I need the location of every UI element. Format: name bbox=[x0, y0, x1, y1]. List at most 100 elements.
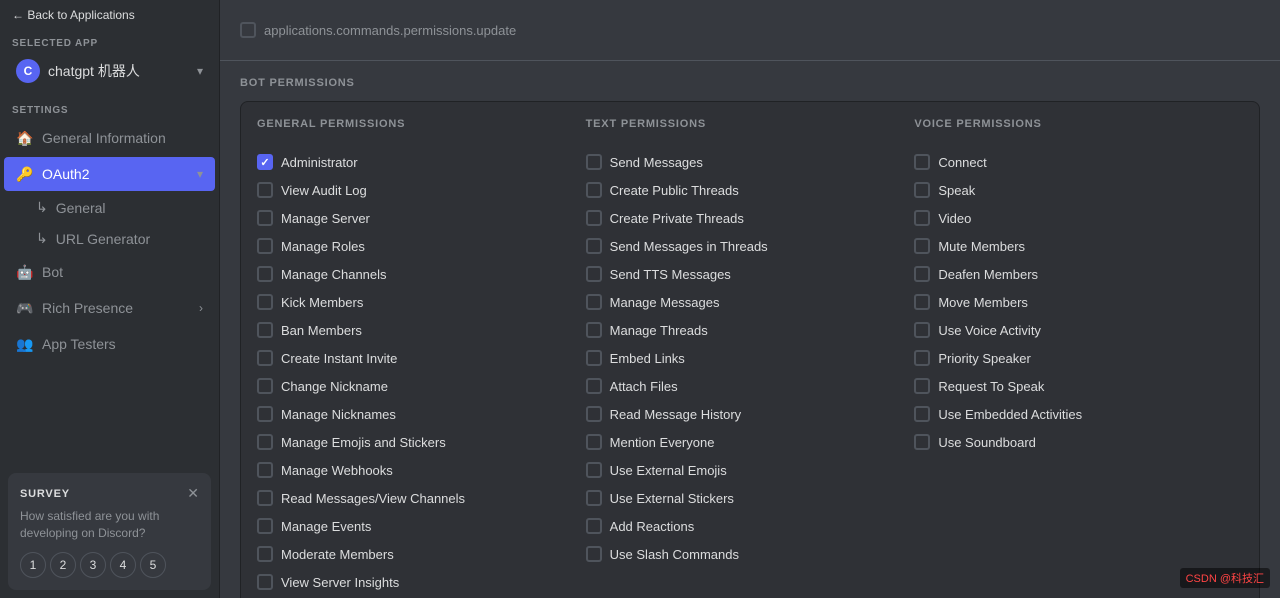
permission-label: Manage Nicknames bbox=[281, 407, 396, 422]
permission-checkbox[interactable] bbox=[586, 182, 602, 198]
sidebar-item-rich-presence[interactable]: 🎮 Rich Presence › bbox=[4, 291, 215, 325]
survey-number-5[interactable]: 5 bbox=[140, 552, 166, 578]
permission-checkbox[interactable] bbox=[586, 266, 602, 282]
survey-number-4[interactable]: 4 bbox=[110, 552, 136, 578]
permission-checkbox[interactable] bbox=[586, 518, 602, 534]
permission-checkbox[interactable] bbox=[257, 210, 273, 226]
permission-checkbox[interactable] bbox=[914, 182, 930, 198]
sidebar-item-label: General Information bbox=[42, 130, 166, 146]
content-area: applications.commands.permissions.update… bbox=[220, 0, 1280, 598]
controller-icon: 🎮 bbox=[16, 299, 34, 317]
permission-item: View Server Insights bbox=[257, 570, 586, 594]
permission-checkbox[interactable] bbox=[257, 350, 273, 366]
permission-item: Manage Emojis and Stickers bbox=[257, 430, 586, 454]
survey-header: SURVEY ✕ bbox=[20, 485, 199, 502]
permission-label: View Server Insights bbox=[281, 575, 399, 590]
permission-item: Manage Messages bbox=[586, 290, 915, 314]
permission-item: Use External Stickers bbox=[586, 486, 915, 510]
survey-question: How satisfied are you with developing on… bbox=[20, 508, 199, 542]
permission-item: Move Members bbox=[914, 290, 1243, 314]
survey-number-1[interactable]: 1 bbox=[20, 552, 46, 578]
permission-checkbox[interactable] bbox=[914, 406, 930, 422]
permission-label: Move Members bbox=[938, 295, 1028, 310]
top-section: applications.commands.permissions.update bbox=[220, 0, 1280, 61]
testers-icon: 👥 bbox=[16, 335, 34, 353]
permission-checkbox[interactable] bbox=[257, 546, 273, 562]
permission-checkbox[interactable] bbox=[586, 154, 602, 170]
permission-checkbox[interactable] bbox=[914, 378, 930, 394]
survey-close-button[interactable]: ✕ bbox=[187, 485, 199, 502]
sidebar-item-oauth2[interactable]: 🔑 OAuth2 ▾ bbox=[4, 157, 215, 191]
permission-checkbox[interactable] bbox=[914, 238, 930, 254]
sidebar-item-url-generator[interactable]: ↳ URL Generator bbox=[4, 224, 215, 253]
permission-label: Mention Everyone bbox=[610, 435, 715, 450]
permission-label: Add Reactions bbox=[610, 519, 695, 534]
permission-checkbox[interactable] bbox=[257, 294, 273, 310]
permission-checkbox[interactable] bbox=[257, 574, 273, 590]
permission-checkbox[interactable] bbox=[257, 406, 273, 422]
permission-checkbox[interactable] bbox=[914, 210, 930, 226]
permission-checkbox[interactable] bbox=[914, 154, 930, 170]
permission-label: Create Instant Invite bbox=[281, 351, 397, 366]
permission-checkbox[interactable] bbox=[914, 350, 930, 366]
sub-arrow-icon: ↳ bbox=[36, 230, 48, 247]
sidebar-item-general-information[interactable]: 🏠 General Information bbox=[4, 121, 215, 155]
permission-item: Moderate Members bbox=[257, 542, 586, 566]
permission-label: Deafen Members bbox=[938, 267, 1038, 282]
permission-checkbox[interactable] bbox=[586, 462, 602, 478]
permission-checkbox[interactable] bbox=[914, 434, 930, 450]
permission-checkbox[interactable] bbox=[586, 490, 602, 506]
permission-checkbox[interactable] bbox=[586, 546, 602, 562]
permission-item: Manage Webhooks bbox=[257, 458, 586, 482]
permission-checkbox[interactable] bbox=[257, 238, 273, 254]
sidebar: ← Back to Applications SELECTED APP C ch… bbox=[0, 0, 220, 598]
permission-label: Ban Members bbox=[281, 323, 362, 338]
general-permissions-column: AdministratorView Audit LogManage Server… bbox=[257, 150, 586, 598]
permission-checkbox[interactable] bbox=[586, 350, 602, 366]
permission-checkbox[interactable] bbox=[257, 462, 273, 478]
permission-checkbox[interactable] bbox=[914, 266, 930, 282]
permission-label: Speak bbox=[938, 183, 975, 198]
permission-checkbox[interactable] bbox=[586, 322, 602, 338]
permission-label: Create Private Threads bbox=[610, 211, 744, 226]
permission-checkbox[interactable] bbox=[257, 266, 273, 282]
permission-item: Priority Speaker bbox=[914, 346, 1243, 370]
permissions-box: GENERAL PERMISSIONS TEXT PERMISSIONS VOI… bbox=[240, 101, 1260, 598]
permission-label: Manage Roles bbox=[281, 239, 365, 254]
permission-item: Create Private Threads bbox=[586, 206, 915, 230]
permission-item: Embed Links bbox=[586, 346, 915, 370]
permission-checkbox[interactable] bbox=[586, 406, 602, 422]
permission-checkbox[interactable] bbox=[586, 238, 602, 254]
permission-item: Manage Threads bbox=[586, 318, 915, 342]
permission-checkbox[interactable] bbox=[914, 322, 930, 338]
permission-checkbox[interactable] bbox=[586, 434, 602, 450]
permission-label: Mute Members bbox=[938, 239, 1025, 254]
sidebar-item-bot[interactable]: 🤖 Bot bbox=[4, 255, 215, 289]
permission-checkbox[interactable] bbox=[257, 378, 273, 394]
permission-checkbox[interactable] bbox=[257, 154, 273, 170]
survey-number-2[interactable]: 2 bbox=[50, 552, 76, 578]
survey-number-3[interactable]: 3 bbox=[80, 552, 106, 578]
permission-checkbox[interactable] bbox=[257, 490, 273, 506]
permission-item: Manage Events bbox=[257, 514, 586, 538]
permission-label: Use Voice Activity bbox=[938, 323, 1041, 338]
app-selector[interactable]: C chatgpt 机器人 ▾ bbox=[4, 53, 215, 89]
permission-checkbox[interactable] bbox=[257, 518, 273, 534]
permission-checkbox[interactable] bbox=[257, 322, 273, 338]
command-checkbox[interactable] bbox=[240, 22, 256, 38]
permission-item: Read Messages/View Channels bbox=[257, 486, 586, 510]
permission-checkbox[interactable] bbox=[914, 294, 930, 310]
permission-checkbox[interactable] bbox=[257, 182, 273, 198]
permission-checkbox[interactable] bbox=[586, 210, 602, 226]
permission-checkbox[interactable] bbox=[586, 294, 602, 310]
permission-checkbox[interactable] bbox=[257, 434, 273, 450]
sidebar-item-app-testers[interactable]: 👥 App Testers bbox=[4, 327, 215, 361]
permission-item: Administrator bbox=[257, 150, 586, 174]
permission-checkbox[interactable] bbox=[586, 378, 602, 394]
survey-box: SURVEY ✕ How satisfied are you with deve… bbox=[8, 473, 211, 590]
permission-label: Manage Server bbox=[281, 211, 370, 226]
back-to-applications-link[interactable]: ← Back to Applications bbox=[0, 0, 219, 30]
sidebar-item-general[interactable]: ↳ General bbox=[4, 193, 215, 222]
home-icon: 🏠 bbox=[16, 129, 34, 147]
voice-permissions-column: ConnectSpeakVideoMute MembersDeafen Memb… bbox=[914, 150, 1243, 598]
